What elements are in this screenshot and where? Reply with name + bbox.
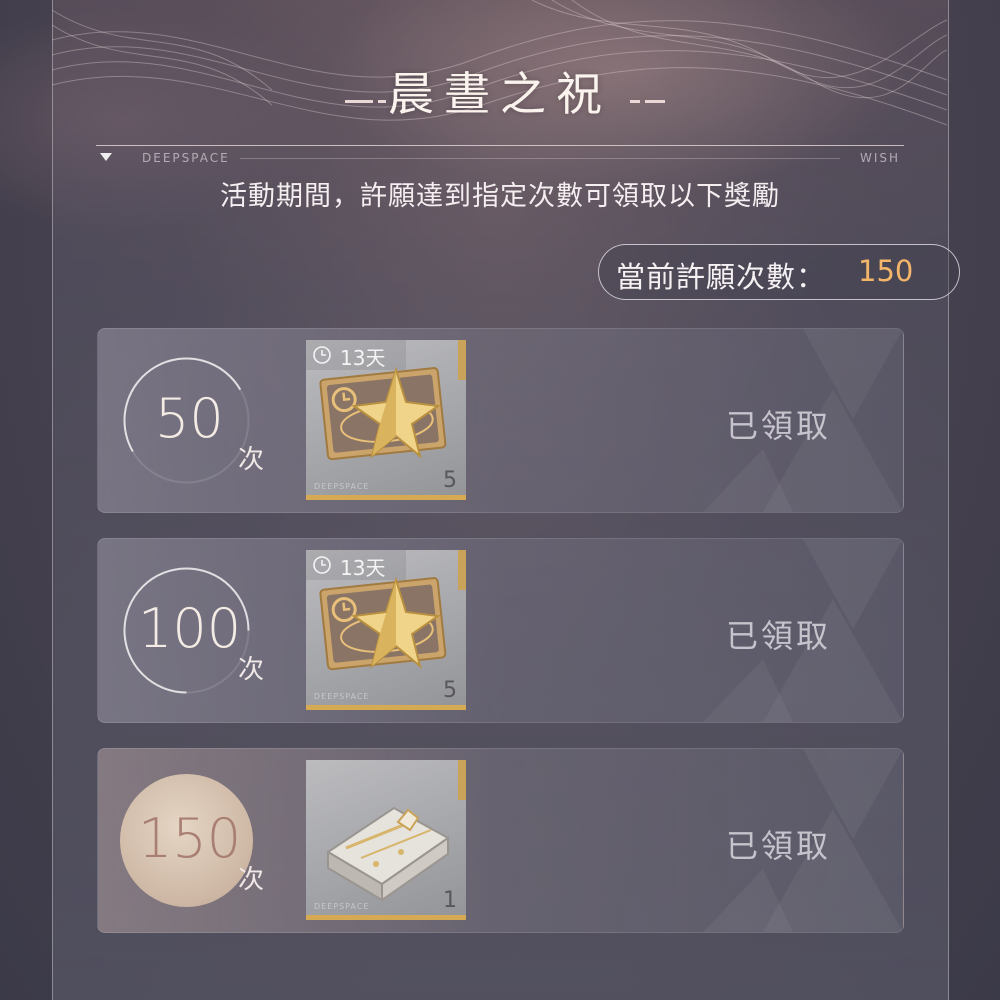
milestone-number: 100 xyxy=(138,597,242,660)
title-dash-right-long xyxy=(645,100,665,103)
event-description: 活動期間，許願達到指定次數可領取以下獎勵 xyxy=(220,181,780,212)
reward-row-100: 100 次 13天 DEEPSPACE 5 已領取 xyxy=(97,538,904,723)
claimed-status: 已領取 xyxy=(726,407,832,445)
page-title: 晨晝之祝 xyxy=(388,67,612,121)
triangle-marker-icon xyxy=(100,153,112,161)
header-divider-thin xyxy=(240,158,840,159)
milestone-unit: 次 xyxy=(238,445,265,475)
item-quantity: 5 xyxy=(443,678,457,703)
item-watermark: DEEPSPACE xyxy=(314,482,370,491)
star-ticket-icon xyxy=(319,366,447,461)
reward-row-50: 50 次 13天 DEEPSPACE 5 已領取 xyxy=(97,328,904,513)
item-watermark: DEEPSPACE xyxy=(314,902,370,911)
reward-item-slot[interactable]: DEEPSPACE 1 xyxy=(306,760,466,920)
item-watermark: DEEPSPACE xyxy=(314,692,370,701)
reward-item-slot[interactable]: 13天 DEEPSPACE 5 xyxy=(306,340,466,500)
reward-row-150: 150 次 DEEPSPACE 1 已領取 xyxy=(97,748,904,933)
header-divider xyxy=(96,145,904,146)
claimed-status: 已領取 xyxy=(726,617,832,655)
gift-box-icon xyxy=(326,806,450,902)
title-dash-right xyxy=(630,100,640,103)
item-quantity: 1 xyxy=(443,888,457,913)
wish-count-label: 當前許願次數： xyxy=(616,260,827,294)
star-ticket-icon xyxy=(319,576,447,671)
milestone-number: 150 xyxy=(138,807,242,870)
claimed-status: 已領取 xyxy=(726,827,832,865)
item-quantity: 5 xyxy=(443,468,457,493)
brand-label-right: WISH xyxy=(859,151,900,165)
milestone-number: 50 xyxy=(155,387,224,450)
brand-label-left: DEEPSPACE xyxy=(142,151,230,165)
wish-count-value: 150 xyxy=(858,254,914,288)
milestone-unit: 次 xyxy=(238,655,265,685)
milestone-unit: 次 xyxy=(238,865,265,895)
reward-item-slot[interactable]: 13天 DEEPSPACE 5 xyxy=(306,550,466,710)
